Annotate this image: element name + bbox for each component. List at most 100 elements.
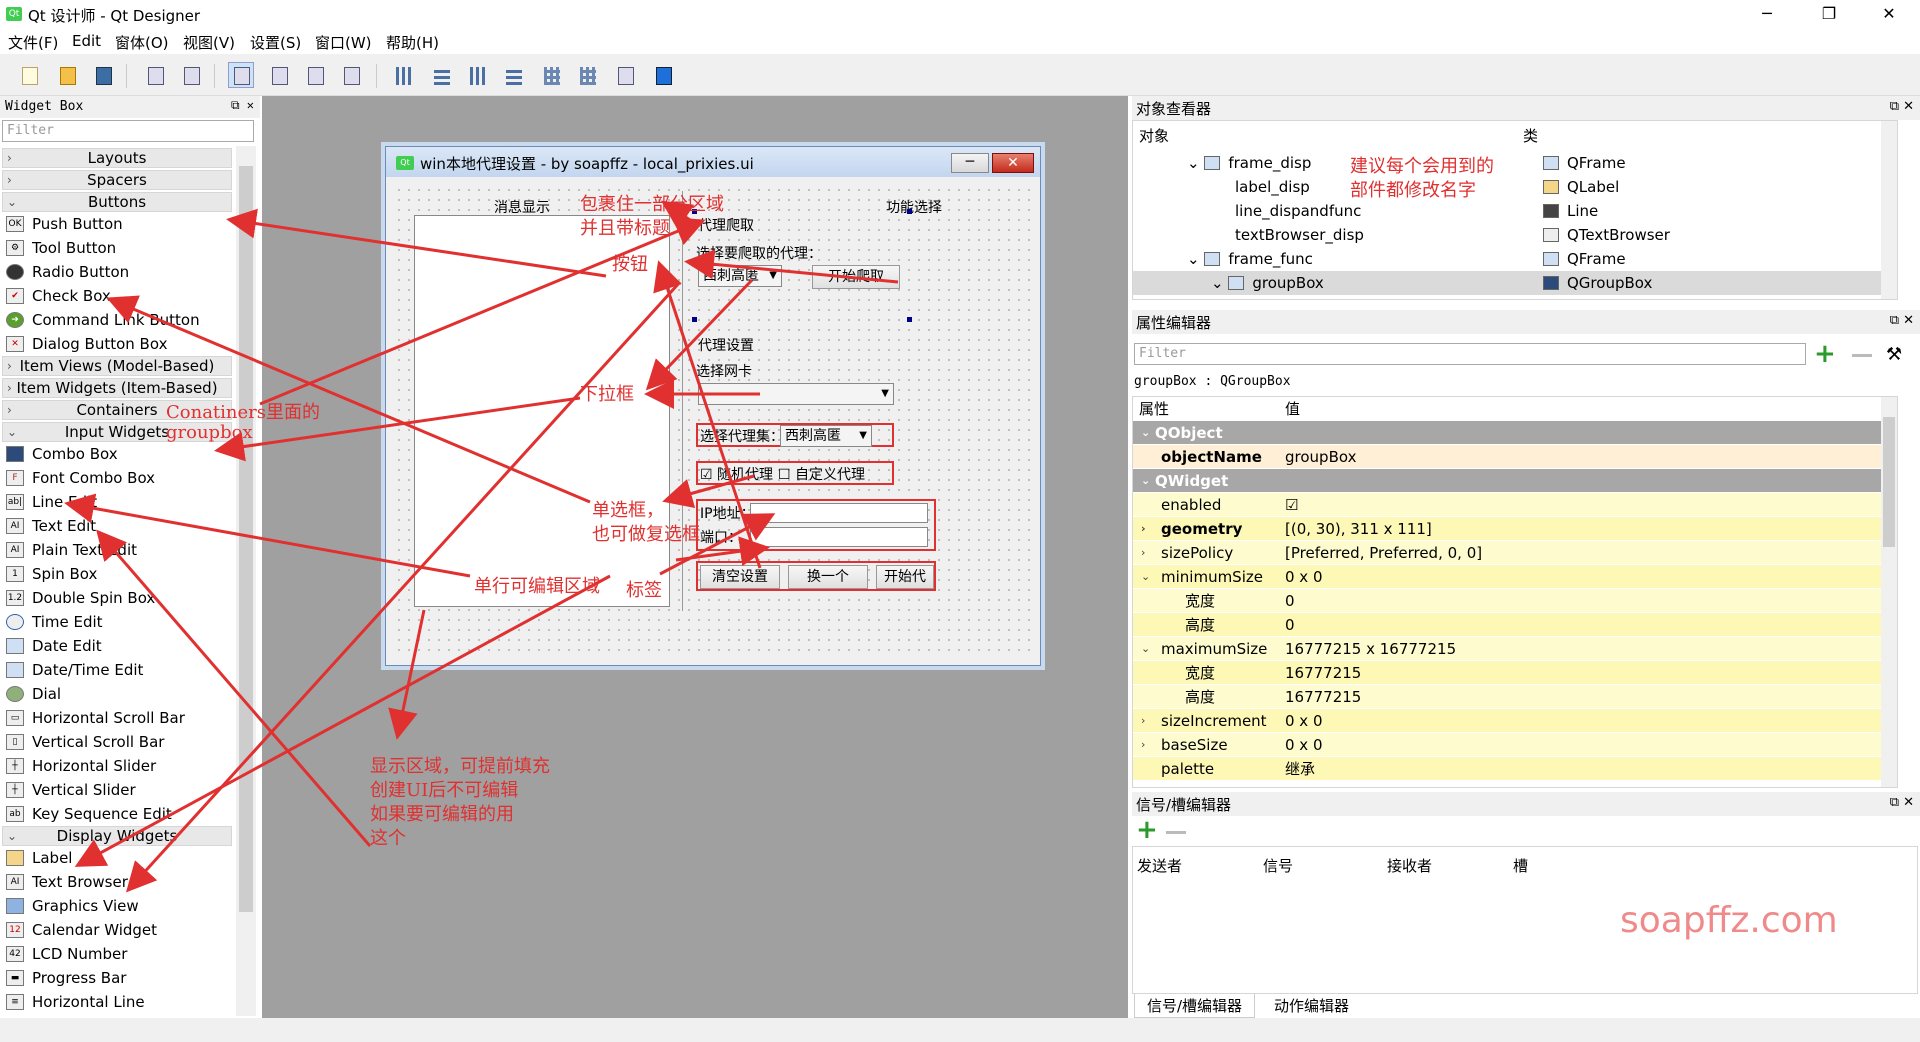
property-row[interactable]: palette 继承 <box>1133 757 1897 781</box>
menu-settings[interactable]: 设置(S) <box>250 32 301 53</box>
adjust-size-button[interactable] <box>650 62 676 88</box>
new-form-button[interactable] <box>16 62 42 88</box>
layout-vertical-button[interactable] <box>428 62 454 88</box>
widget-horizontal-scroll-bar[interactable]: ▭ Horizontal Scroll Bar <box>6 706 185 730</box>
edit-buddies-button[interactable] <box>302 62 328 88</box>
property-row[interactable]: objectName groupBox <box>1133 445 1897 469</box>
layout-grid-button[interactable] <box>538 62 564 88</box>
tree-row[interactable]: ⌄ frame_disp QFrame <box>1133 151 1897 175</box>
widget-box-filter[interactable]: Filter <box>2 120 254 142</box>
category-item-widgets[interactable]: › Item Widgets (Item-Based) <box>2 378 232 398</box>
edit-tab-order-button[interactable] <box>338 62 364 88</box>
edit-signals-slots-button[interactable] <box>266 62 292 88</box>
layout-h-splitter-button[interactable] <box>464 62 490 88</box>
edit-widgets-button[interactable] <box>228 62 254 88</box>
property-row[interactable]: 高度 16777215 <box>1133 685 1897 709</box>
widget-label[interactable]: Label <box>6 846 72 870</box>
tree-row[interactable]: ⌄ frame_func QFrame <box>1133 247 1897 271</box>
combo-proxy-set[interactable]: 西刺高匿 ▼ <box>780 425 872 447</box>
category-layouts[interactable]: › Layouts <box>2 148 232 168</box>
widget-command-link-button[interactable]: ➜ Command Link Button <box>6 308 200 332</box>
line-edit-ip[interactable] <box>750 503 928 523</box>
combo-nic[interactable]: ▼ <box>698 383 894 405</box>
send-to-back-button[interactable] <box>178 62 204 88</box>
widget-font-combo-box[interactable]: F Font Combo Box <box>6 466 155 490</box>
button-start-crawl[interactable]: 开始爬取 <box>812 265 900 289</box>
category-display-widgets[interactable]: ⌄ Display Widgets <box>2 826 232 846</box>
tab-action-editor[interactable]: 动作编辑器 <box>1262 994 1361 1018</box>
close-button[interactable]: ✕ <box>1866 0 1912 28</box>
dock-float-close-icon[interactable]: ⧉ ✕ <box>1890 99 1914 114</box>
widget-push-button[interactable]: OK Push Button <box>6 212 123 236</box>
tree-row-selected[interactable]: ⌄ groupBox QGroupBox <box>1133 271 1897 295</box>
property-row[interactable]: 宽度 0 <box>1133 589 1897 613</box>
configure-wrench-icon[interactable]: ⚒ <box>1886 344 1902 365</box>
menu-view[interactable]: 视图(V) <box>183 32 235 53</box>
save-form-button[interactable] <box>90 62 116 88</box>
widget-datetime-edit[interactable]: Date/Time Edit <box>6 658 143 682</box>
widget-dialog-button-box[interactable]: ✕ Dialog Button Box <box>6 332 167 356</box>
property-row[interactable]: ⌄ maximumSize 16777215 x 16777215 <box>1133 637 1897 661</box>
tree-row[interactable]: line_dispandfunc Line <box>1133 199 1897 223</box>
tab-signal-slot-editor[interactable]: 信号/槽编辑器 <box>1134 994 1256 1018</box>
remove-connection-icon[interactable] <box>1166 831 1186 834</box>
enabled-checkbox[interactable]: ☑ <box>1285 493 1298 517</box>
tree-row[interactable]: label_disp QLabel <box>1133 175 1897 199</box>
layout-v-splitter-button[interactable] <box>500 62 526 88</box>
category-spacers[interactable]: › Spacers <box>2 170 232 190</box>
property-scroll-thumb[interactable] <box>1883 417 1895 547</box>
remove-property-icon[interactable] <box>1852 354 1872 357</box>
property-row[interactable]: › geometry [(0, 30), 311 x 111] <box>1133 517 1897 541</box>
widget-vertical-scroll-bar[interactable]: ▯ Vertical Scroll Bar <box>6 730 164 754</box>
property-row[interactable]: enabled ☑ <box>1133 493 1897 517</box>
selection-handle[interactable] <box>907 317 912 322</box>
widget-time-edit[interactable]: Time Edit <box>6 610 103 634</box>
property-row[interactable]: › baseSize 0 x 0 <box>1133 733 1897 757</box>
line-edit-port[interactable] <box>750 527 928 547</box>
widget-date-edit[interactable]: Date Edit <box>6 634 102 658</box>
widget-radio-button[interactable]: Radio Button <box>6 260 129 284</box>
selection-handle[interactable] <box>907 209 912 214</box>
widget-double-spin-box[interactable]: 1.2 Double Spin Box <box>6 586 155 610</box>
widget-progress-bar[interactable]: ▬ Progress Bar <box>6 966 126 990</box>
add-connection-icon[interactable]: + <box>1136 817 1158 843</box>
widget-line-edit[interactable]: ab| Line Edit <box>6 490 97 514</box>
layout-form-button[interactable] <box>574 62 600 88</box>
property-filter-input[interactable]: Filter <box>1134 343 1806 365</box>
property-group[interactable]: ⌄ QWidget <box>1133 469 1897 493</box>
widget-combo-box[interactable]: Combo Box <box>6 442 118 466</box>
widget-vertical-slider[interactable]: ┼ Vertical Slider <box>6 778 136 802</box>
widget-text-browser[interactable]: AI Text Browser <box>6 870 128 894</box>
object-inspector-scrollbar[interactable] <box>1881 121 1897 299</box>
property-row[interactable]: 高度 0 <box>1133 613 1897 637</box>
selection-handle[interactable] <box>692 317 697 322</box>
button-start-proxy[interactable]: 开始代 <box>876 565 934 589</box>
property-row[interactable]: 宽度 16777215 <box>1133 661 1897 685</box>
widget-key-sequence-edit[interactable]: ab Key Sequence Edit <box>6 802 172 826</box>
dock-float-close-icon[interactable]: ⧉ ✕ <box>231 98 254 113</box>
add-dynamic-property-icon[interactable]: + <box>1814 341 1836 367</box>
layout-horizontal-button[interactable] <box>390 62 416 88</box>
category-item-views[interactable]: › Item Views (Model-Based) <box>2 356 232 376</box>
bring-to-front-button[interactable] <box>142 62 168 88</box>
button-change[interactable]: 换一个 <box>788 565 868 589</box>
widget-calendar[interactable]: 12 Calendar Widget <box>6 918 157 942</box>
form-close-button[interactable]: ✕ <box>992 153 1034 173</box>
maximize-button[interactable]: ❐ <box>1806 0 1852 28</box>
checkbox-random[interactable]: ☑ 随机代理 <box>700 464 773 484</box>
widget-lcd-number[interactable]: 42 LCD Number <box>6 942 127 966</box>
property-row[interactable]: › sizePolicy [Preferred, Preferred, 0, 0] <box>1133 541 1897 565</box>
break-layout-button[interactable] <box>612 62 638 88</box>
menu-edit[interactable]: Edit <box>72 32 101 50</box>
widget-check-box[interactable]: ✔ Check Box <box>6 284 111 308</box>
widget-graphics-view[interactable]: Graphics View <box>6 894 139 918</box>
menu-form[interactable]: 窗体(O) <box>115 32 169 53</box>
widget-text-edit[interactable]: AI Text Edit <box>6 514 96 538</box>
property-group[interactable]: ⌄ QObject <box>1133 421 1897 445</box>
widget-tool-button[interactable]: ⚙ Tool Button <box>6 236 116 260</box>
category-buttons[interactable]: ⌄ Buttons <box>2 192 232 212</box>
tree-row[interactable]: textBrowser_disp QTextBrowser <box>1133 223 1897 247</box>
menu-window[interactable]: 窗口(W) <box>315 32 372 53</box>
menu-file[interactable]: 文件(F) <box>8 32 58 53</box>
form-minimize-button[interactable]: ─ <box>951 153 989 173</box>
